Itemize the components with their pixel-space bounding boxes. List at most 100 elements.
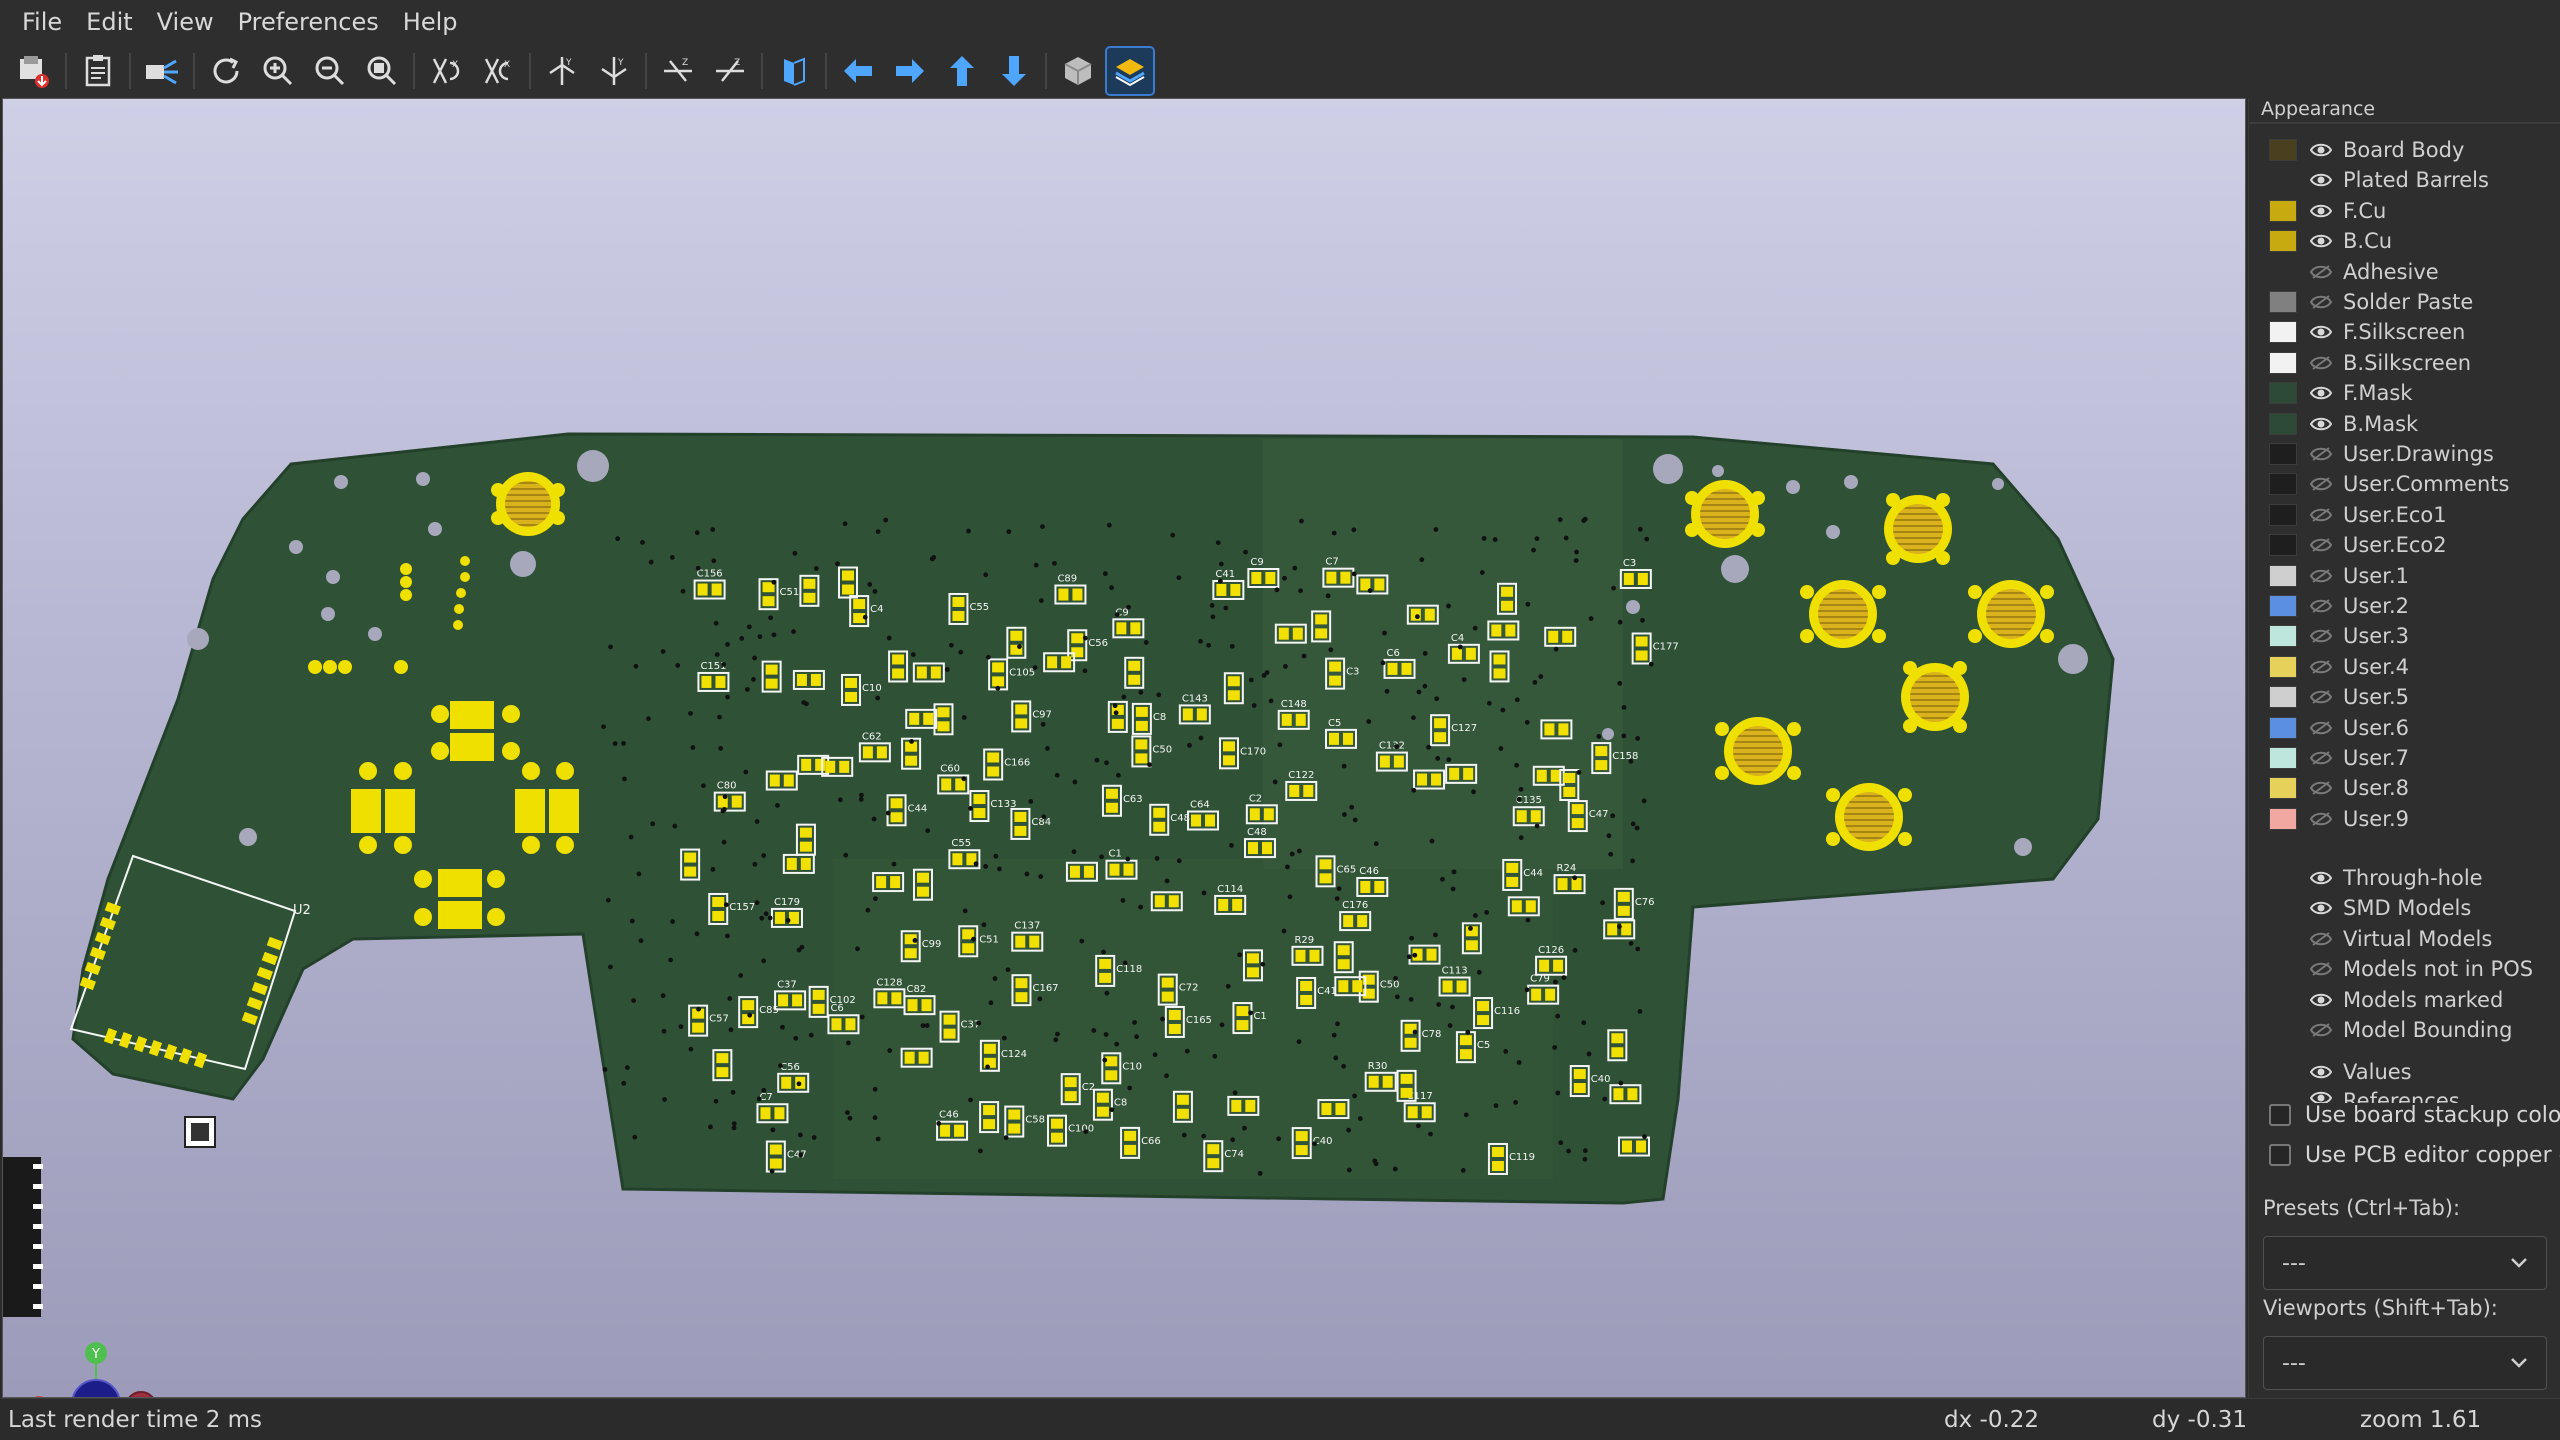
presets-select[interactable]: --- bbox=[2263, 1236, 2547, 1290]
layer-row[interactable]: B.Silkscreen bbox=[2269, 349, 2471, 377]
visibility-toggle[interactable] bbox=[2309, 597, 2333, 615]
rotate-x-ccw-button[interactable]: X bbox=[475, 48, 521, 94]
flip-board-button[interactable] bbox=[771, 48, 817, 94]
layer-row[interactable]: B.Mask bbox=[2269, 410, 2418, 438]
visibility-toggle[interactable] bbox=[2309, 960, 2333, 978]
move-left-button[interactable] bbox=[835, 48, 881, 94]
visibility-toggle[interactable] bbox=[2309, 810, 2333, 828]
visibility-toggle[interactable] bbox=[2309, 658, 2333, 676]
layer-color-swatch[interactable] bbox=[2269, 261, 2297, 283]
refresh-button[interactable] bbox=[203, 48, 249, 94]
visibility-toggle[interactable] bbox=[2309, 384, 2333, 402]
visibility-toggle[interactable] bbox=[2309, 141, 2333, 159]
panel-title[interactable]: Appearance bbox=[2261, 98, 2375, 120]
layer-color-swatch[interactable] bbox=[2269, 777, 2297, 800]
use-pcb-editor-copper-colors-checkbox[interactable] bbox=[2269, 1144, 2291, 1166]
layer-row[interactable]: Board Body bbox=[2269, 136, 2464, 164]
visibility-toggle[interactable] bbox=[2309, 719, 2333, 737]
object-visibility-row[interactable]: Models not in POS bbox=[2309, 955, 2533, 983]
visibility-toggle[interactable] bbox=[2309, 506, 2333, 524]
use-pcb-editor-copper-colors-checkbox-row[interactable]: Use PCB editor copper c bbox=[2269, 1138, 2560, 1172]
move-down-button[interactable] bbox=[991, 48, 1037, 94]
layer-color-swatch[interactable] bbox=[2269, 747, 2297, 769]
layer-row[interactable]: User.8 bbox=[2269, 774, 2409, 802]
visibility-toggle[interactable] bbox=[2309, 688, 2333, 706]
visibility-toggle[interactable] bbox=[2309, 232, 2333, 250]
layer-color-swatch[interactable] bbox=[2269, 199, 2297, 222]
layer-row[interactable]: User.4 bbox=[2269, 653, 2409, 681]
layer-color-swatch[interactable] bbox=[2269, 291, 2297, 313]
visibility-toggle[interactable] bbox=[2309, 991, 2333, 1009]
visibility-toggle[interactable] bbox=[2309, 475, 2333, 493]
layer-row[interactable]: User.3 bbox=[2269, 622, 2409, 650]
layer-row[interactable]: User.Eco1 bbox=[2269, 501, 2447, 529]
visibility-toggle[interactable] bbox=[2309, 869, 2333, 887]
export-button[interactable] bbox=[11, 48, 57, 94]
layer-color-swatch[interactable] bbox=[2269, 412, 2297, 435]
object-visibility-row[interactable]: Values bbox=[2309, 1058, 2412, 1086]
layer-row[interactable]: User.Comments bbox=[2269, 470, 2509, 498]
layer-row[interactable]: User.Eco2 bbox=[2269, 531, 2447, 559]
visibility-toggle[interactable] bbox=[2309, 899, 2333, 917]
layer-color-swatch[interactable] bbox=[2269, 230, 2297, 253]
layer-color-swatch[interactable] bbox=[2269, 139, 2297, 161]
visibility-toggle[interactable] bbox=[2309, 293, 2333, 311]
visibility-toggle[interactable] bbox=[2309, 567, 2333, 585]
zoom-in-button[interactable] bbox=[255, 48, 301, 94]
visibility-toggle[interactable] bbox=[2309, 1063, 2333, 1081]
object-visibility-row[interactable]: Models marked bbox=[2309, 986, 2503, 1014]
zoom-out-button[interactable] bbox=[307, 48, 353, 94]
visibility-toggle[interactable] bbox=[2309, 779, 2333, 797]
layer-color-swatch[interactable] bbox=[2269, 382, 2297, 405]
menu-edit[interactable]: Edit bbox=[74, 0, 144, 44]
visibility-toggle[interactable] bbox=[2309, 930, 2333, 948]
visibility-toggle[interactable] bbox=[2309, 354, 2333, 372]
layer-row[interactable]: User.7 bbox=[2269, 744, 2409, 772]
layer-row[interactable]: B.Cu bbox=[2269, 227, 2392, 255]
layer-row[interactable]: User.Drawings bbox=[2269, 440, 2494, 468]
visibility-toggle[interactable] bbox=[2309, 627, 2333, 645]
viewports-select[interactable]: --- bbox=[2263, 1336, 2547, 1390]
visibility-toggle[interactable] bbox=[2309, 323, 2333, 341]
object-visibility-row[interactable]: Model Bounding bbox=[2309, 1016, 2512, 1044]
layer-row[interactable]: Plated Barrels bbox=[2269, 166, 2489, 194]
layer-color-swatch[interactable] bbox=[2269, 686, 2297, 709]
layer-color-swatch[interactable] bbox=[2269, 351, 2297, 374]
visibility-toggle[interactable] bbox=[2309, 263, 2333, 281]
layer-color-swatch[interactable] bbox=[2269, 716, 2297, 739]
layer-row[interactable]: F.Silkscreen bbox=[2269, 318, 2465, 346]
layer-row[interactable]: User.9 bbox=[2269, 805, 2409, 833]
ortho-projection-button[interactable] bbox=[1055, 48, 1101, 94]
object-visibility-row[interactable]: Virtual Models bbox=[2309, 925, 2492, 953]
rotate-z-ccw-button[interactable]: Z bbox=[707, 48, 753, 94]
visibility-toggle[interactable] bbox=[2309, 749, 2333, 767]
layer-color-swatch[interactable] bbox=[2269, 807, 2297, 830]
object-visibility-row[interactable]: Through-hole bbox=[2309, 864, 2483, 892]
visibility-toggle[interactable] bbox=[2309, 1021, 2333, 1039]
layer-color-swatch[interactable] bbox=[2269, 443, 2297, 465]
object-visibility-row[interactable]: SMD Models bbox=[2309, 894, 2471, 922]
zoom-fit-button[interactable] bbox=[359, 48, 405, 94]
visibility-toggle[interactable] bbox=[2309, 415, 2333, 433]
layer-color-swatch[interactable] bbox=[2269, 655, 2297, 678]
layer-color-swatch[interactable] bbox=[2269, 564, 2297, 587]
layer-color-swatch[interactable] bbox=[2269, 473, 2297, 496]
layer-row[interactable]: User.5 bbox=[2269, 683, 2409, 711]
appearance-layers-button[interactable] bbox=[1105, 46, 1155, 96]
layer-color-swatch[interactable] bbox=[2269, 595, 2297, 617]
visibility-toggle[interactable] bbox=[2309, 445, 2333, 463]
layer-row[interactable]: F.Mask bbox=[2269, 379, 2412, 407]
rotate-z-cw-button[interactable]: Z bbox=[655, 48, 701, 94]
menu-preferences[interactable]: Preferences bbox=[226, 0, 391, 44]
layer-color-swatch[interactable] bbox=[2269, 169, 2297, 191]
layer-row[interactable]: Adhesive bbox=[2269, 258, 2439, 286]
use-board-stackup-colors-checkbox-row[interactable]: Use board stackup colors bbox=[2269, 1098, 2560, 1132]
layer-color-swatch[interactable] bbox=[2269, 534, 2297, 557]
use-board-stackup-colors-checkbox[interactable] bbox=[2269, 1104, 2291, 1126]
layer-color-swatch[interactable] bbox=[2269, 321, 2297, 344]
layer-row[interactable]: User.6 bbox=[2269, 714, 2409, 742]
visibility-toggle[interactable] bbox=[2309, 536, 2333, 554]
layer-color-swatch[interactable] bbox=[2269, 625, 2297, 648]
layer-row[interactable]: User.2 bbox=[2269, 592, 2409, 620]
z-axis-handle[interactable] bbox=[72, 1379, 120, 1398]
